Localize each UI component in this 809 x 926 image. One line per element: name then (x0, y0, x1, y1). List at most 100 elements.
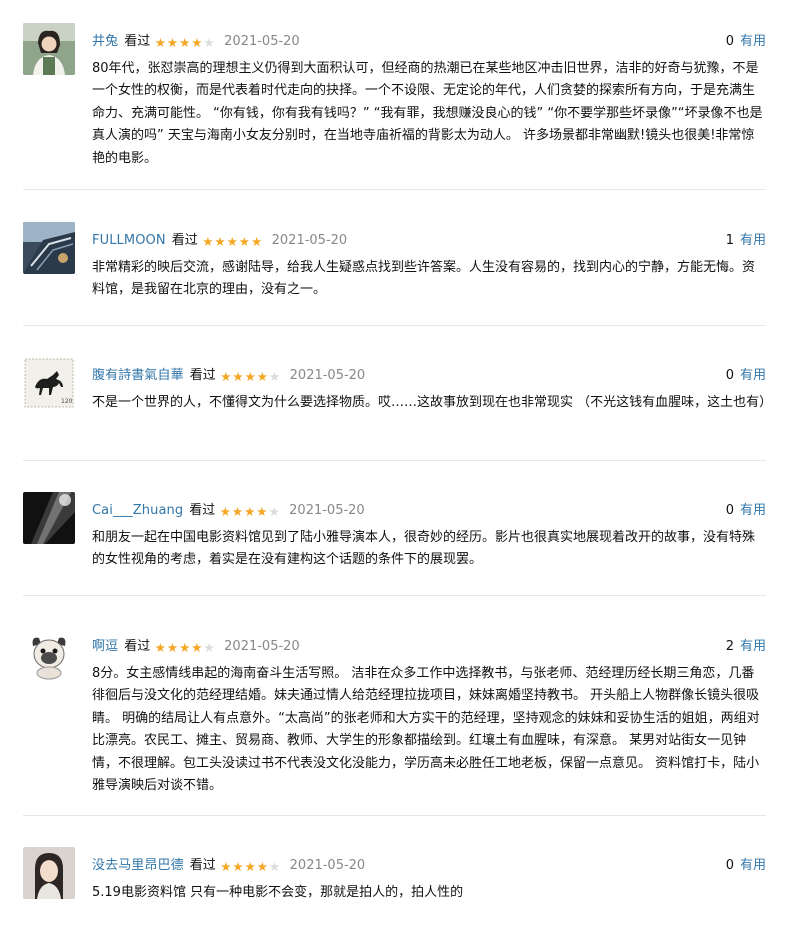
comment-meta: FULLMOON 看过 ★ ★ ★ ★ ★ 2021-05-20 (92, 231, 347, 251)
divider (23, 595, 766, 596)
username-link[interactable]: FULLMOON (92, 231, 166, 251)
star-filled-icon: ★ (226, 233, 238, 249)
useful-button[interactable]: 有用 (740, 503, 766, 518)
star-filled-icon: ★ (244, 503, 256, 519)
comment-meta: 啊逗 看过 ★ ★ ★ ★ ★ 2021-05-20 (92, 637, 300, 657)
watch-status: 看过 (124, 639, 151, 654)
star-filled-icon: ★ (238, 233, 250, 249)
vote-area: 2 有用 (726, 637, 766, 657)
star-filled-icon: ★ (214, 233, 226, 249)
user-avatar[interactable] (23, 23, 75, 75)
user-avatar[interactable] (23, 847, 75, 899)
watch-status: 看过 (189, 368, 216, 383)
divider (23, 815, 766, 816)
vote-count: 0 (725, 34, 734, 49)
star-filled-icon: ★ (256, 858, 268, 874)
star-filled-icon: ★ (250, 233, 263, 249)
rating-stars: ★ ★ ★ ★ ★ (154, 641, 215, 654)
divider (23, 460, 766, 461)
vote-area: 0 有用 (726, 366, 766, 386)
watch-status: 看过 (171, 233, 198, 248)
comment-text: 和朋友一起在中国电影资料馆见到了陆小雅导演本人，很奇妙的经历。影片也很真实地展现… (92, 530, 756, 568)
username-link[interactable]: 腹有詩書氣自華 (92, 366, 184, 386)
star-empty-icon: ★ (268, 503, 280, 519)
rating-stars: ★ ★ ★ ★ ★ (202, 235, 263, 248)
star-filled-icon: ★ (179, 639, 191, 655)
watch-status: 看过 (124, 34, 151, 49)
useful-button[interactable]: 有用 (740, 639, 766, 654)
avatar-pug-cartoon-icon (23, 628, 75, 680)
username-link[interactable]: Cai___Zhuang (92, 501, 183, 521)
comment-text: 8分。女主感情线串起的海南奋斗生活写照。 洁非在众多工作中选择教书，与张老师、范… (92, 666, 760, 794)
vote-count: 0 (725, 858, 734, 873)
star-filled-icon: ★ (191, 34, 203, 50)
star-filled-icon: ★ (231, 503, 244, 519)
avatar-woman-outdoor-icon (23, 23, 75, 75)
vote-area: 0 有用 (726, 501, 766, 521)
star-filled-icon: ★ (179, 34, 191, 50)
vote-area: 1 有用 (726, 231, 766, 251)
comment-time: 2021-05-20 (289, 503, 365, 518)
divider (23, 325, 766, 326)
username-link[interactable]: 没去马里昂巴德 (92, 856, 184, 876)
username-link[interactable]: 井兔 (92, 32, 118, 52)
avatar-woman-portrait-icon (23, 847, 75, 899)
comment-text: 5.19电影资料馆 只有一种电影不会变，那就是拍人的，拍人性的 (92, 885, 464, 900)
comment-time: 2021-05-20 (289, 858, 366, 873)
star-empty-icon: ★ (203, 34, 215, 50)
vote-count: 0 (725, 368, 734, 383)
comment-meta: 没去马里昂巴德 看过 ★ ★ ★ ★ ★ 2021-05-20 (92, 856, 365, 876)
star-filled-icon: ★ (232, 368, 244, 384)
svg-text:120: 120 (61, 398, 73, 405)
watch-status: 看过 (189, 858, 216, 873)
vote-area: 0 有用 (726, 856, 766, 876)
avatar-architecture-icon (23, 222, 75, 274)
rating-stars: ★ ★ ★ ★ ★ (154, 36, 215, 49)
comment-meta: 腹有詩書氣自華 看过 ★ ★ ★ ★ ★ 2021-05-20 (92, 366, 365, 386)
useful-button[interactable]: 有用 (740, 34, 766, 49)
star-filled-icon: ★ (154, 639, 166, 655)
username-link[interactable]: 啊逗 (92, 637, 118, 657)
star-filled-icon: ★ (256, 503, 268, 519)
comment-text: 非常精彩的映后交流，感谢陆导，给我人生疑惑点找到些许答案。人生没有容易的，找到内… (92, 260, 756, 298)
rating-stars: ★ ★ ★ ★ ★ (220, 860, 281, 873)
star-filled-icon: ★ (166, 639, 179, 655)
comment-time: 2021-05-20 (224, 639, 300, 654)
star-filled-icon: ★ (232, 858, 244, 874)
star-filled-icon: ★ (166, 34, 179, 50)
vote-area: 0 有用 (726, 32, 766, 52)
comment-text: 80年代，张怼崇高的理想主义仍得到大面积认可，但经商的热潮已在某些地区冲击旧世界… (92, 61, 763, 166)
comment-time: 2021-05-20 (224, 34, 300, 49)
comment-time: 2021-05-20 (289, 368, 366, 383)
star-filled-icon: ★ (220, 858, 232, 874)
star-filled-icon: ★ (256, 368, 268, 384)
comment-meta: Cai___Zhuang 看过 ★ ★ ★ ★ ★ 2021-05-20 (92, 501, 365, 521)
avatar-dark-light-icon (23, 492, 75, 544)
star-filled-icon: ★ (219, 503, 231, 519)
star-empty-icon: ★ (268, 858, 281, 874)
star-empty-icon: ★ (203, 639, 215, 655)
comment-time: 2021-05-20 (271, 233, 348, 248)
star-empty-icon: ★ (268, 368, 281, 384)
divider (23, 189, 766, 190)
user-avatar[interactable] (23, 628, 75, 680)
comment-meta: 井兔 看过 ★ ★ ★ ★ ★ 2021-05-20 (92, 32, 300, 52)
user-avatar[interactable] (23, 222, 75, 274)
star-filled-icon: ★ (244, 858, 256, 874)
user-avatar[interactable]: 120 (23, 357, 75, 409)
useful-button[interactable]: 有用 (740, 233, 766, 248)
star-filled-icon: ★ (154, 34, 166, 50)
useful-button[interactable]: 有用 (740, 368, 766, 383)
star-filled-icon: ★ (220, 368, 232, 384)
star-filled-icon: ★ (202, 233, 214, 249)
vote-count: 2 (725, 639, 734, 654)
star-filled-icon: ★ (191, 639, 203, 655)
vote-count: 1 (725, 233, 734, 248)
watch-status: 看过 (189, 503, 216, 518)
useful-button[interactable]: 有用 (740, 858, 766, 873)
comment-text: 不是一个世界的人，不懂得文为什么要选择物质。哎……这故事放到现在也非常现实 （不… (92, 395, 773, 410)
rating-stars: ★ ★ ★ ★ ★ (220, 370, 281, 383)
user-avatar[interactable] (23, 492, 75, 544)
star-filled-icon: ★ (244, 368, 256, 384)
avatar-horse-stamp-icon: 120 (23, 357, 75, 409)
